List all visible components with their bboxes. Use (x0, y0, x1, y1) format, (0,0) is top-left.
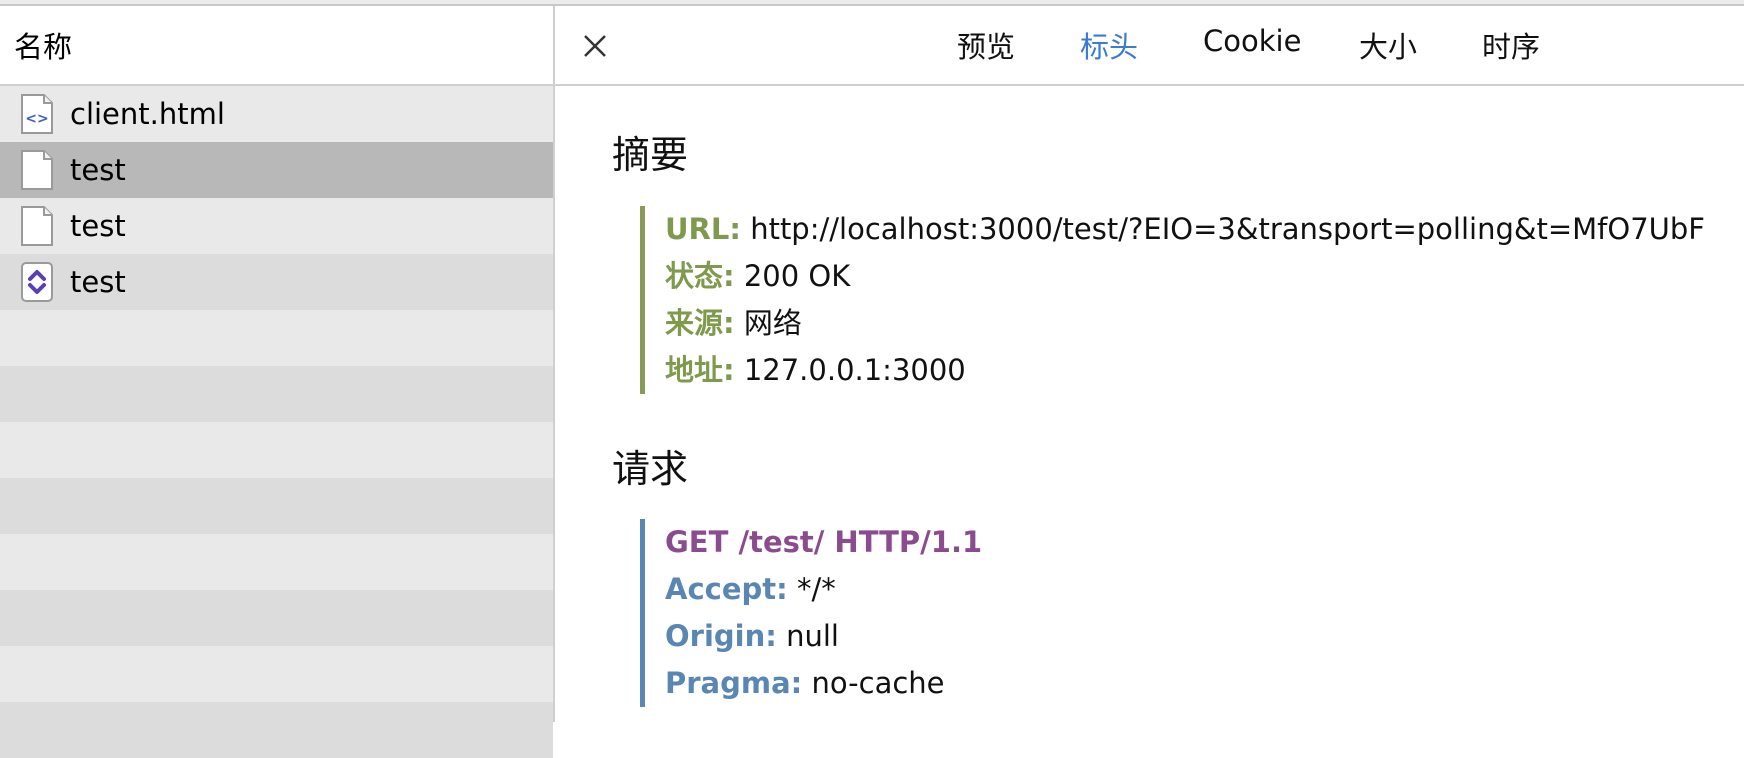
pragma-row: Pragma: no-cache (665, 660, 982, 707)
origin-key: Origin: (665, 619, 777, 653)
tab-cookie[interactable]: Cookie (1203, 24, 1301, 58)
websocket-file-icon (20, 261, 54, 303)
name-column-header[interactable]: 名称 (0, 6, 553, 86)
accept-value: */* (796, 572, 836, 606)
request-line-row: GET /test/ HTTP/1.1 (665, 519, 982, 566)
html-file-icon: <> (20, 93, 54, 135)
tab-timing[interactable]: 时序 (1482, 24, 1540, 66)
address-row: 地址: 127.0.0.1:3000 (665, 347, 1705, 394)
origin-value: null (786, 619, 839, 653)
svg-text:<>: <> (25, 111, 48, 127)
blank-file-icon (20, 205, 54, 247)
request-line: GET /test/ HTTP/1.1 (665, 525, 983, 559)
file-name: client.html (70, 97, 225, 131)
address-value: 127.0.0.1:3000 (743, 353, 966, 387)
name-column-label: 名称 (14, 30, 73, 64)
summary-block: URL: http://localhost:3000/test/?EIO=3&t… (640, 206, 1705, 394)
pragma-value: no-cache (811, 666, 945, 700)
status-key: 状态: (665, 259, 735, 293)
url-value: http://localhost:3000/test/?EIO=3&transp… (750, 212, 1705, 246)
detail-tab-bar: 预览 标头 Cookie 大小 时序 (555, 6, 1744, 86)
pragma-key: Pragma: (665, 666, 803, 700)
empty-row (0, 422, 553, 478)
origin-row: Origin: null (665, 613, 982, 660)
empty-row (0, 366, 553, 422)
tab-size[interactable]: 大小 (1359, 24, 1417, 66)
request-row-test-selected[interactable]: test (0, 142, 553, 198)
url-row: URL: http://localhost:3000/test/?EIO=3&t… (665, 206, 1705, 253)
source-row: 来源: 网络 (665, 300, 1705, 347)
request-headers-block: GET /test/ HTTP/1.1 Accept: */* Origin: … (640, 519, 982, 707)
request-row-test[interactable]: test (0, 198, 553, 254)
request-list-panel: 名称 <> client.html test test test (0, 6, 555, 758)
tab-headers[interactable]: 标头 (1080, 24, 1138, 66)
file-name: test (70, 209, 126, 243)
request-row-test-websocket[interactable]: test (0, 254, 553, 310)
accept-key: Accept: (665, 572, 788, 606)
summary-section-title: 摘要 (612, 133, 689, 177)
request-row-client-html[interactable]: <> client.html (0, 86, 553, 142)
file-name: test (70, 153, 126, 187)
file-name: test (70, 265, 126, 299)
request-detail-panel: 预览 标头 Cookie 大小 时序 摘要 URL: http://localh… (555, 6, 1744, 722)
empty-row (0, 646, 553, 702)
request-list: <> client.html test test test (0, 86, 553, 758)
close-icon[interactable] (577, 28, 613, 64)
status-value: 200 OK (743, 259, 851, 293)
empty-row (0, 702, 553, 758)
tab-preview[interactable]: 预览 (957, 24, 1015, 66)
blank-file-icon (20, 149, 54, 191)
empty-row (0, 590, 553, 646)
request-section-title: 请求 (612, 447, 689, 491)
empty-row (0, 310, 553, 366)
address-key: 地址: (665, 353, 735, 387)
status-row: 状态: 200 OK (665, 253, 1705, 300)
empty-row (0, 478, 553, 534)
accept-row: Accept: */* (665, 566, 982, 613)
source-key: 来源: (665, 306, 735, 340)
empty-row (0, 534, 553, 590)
source-value: 网络 (743, 306, 802, 340)
url-key: URL: (665, 212, 741, 246)
